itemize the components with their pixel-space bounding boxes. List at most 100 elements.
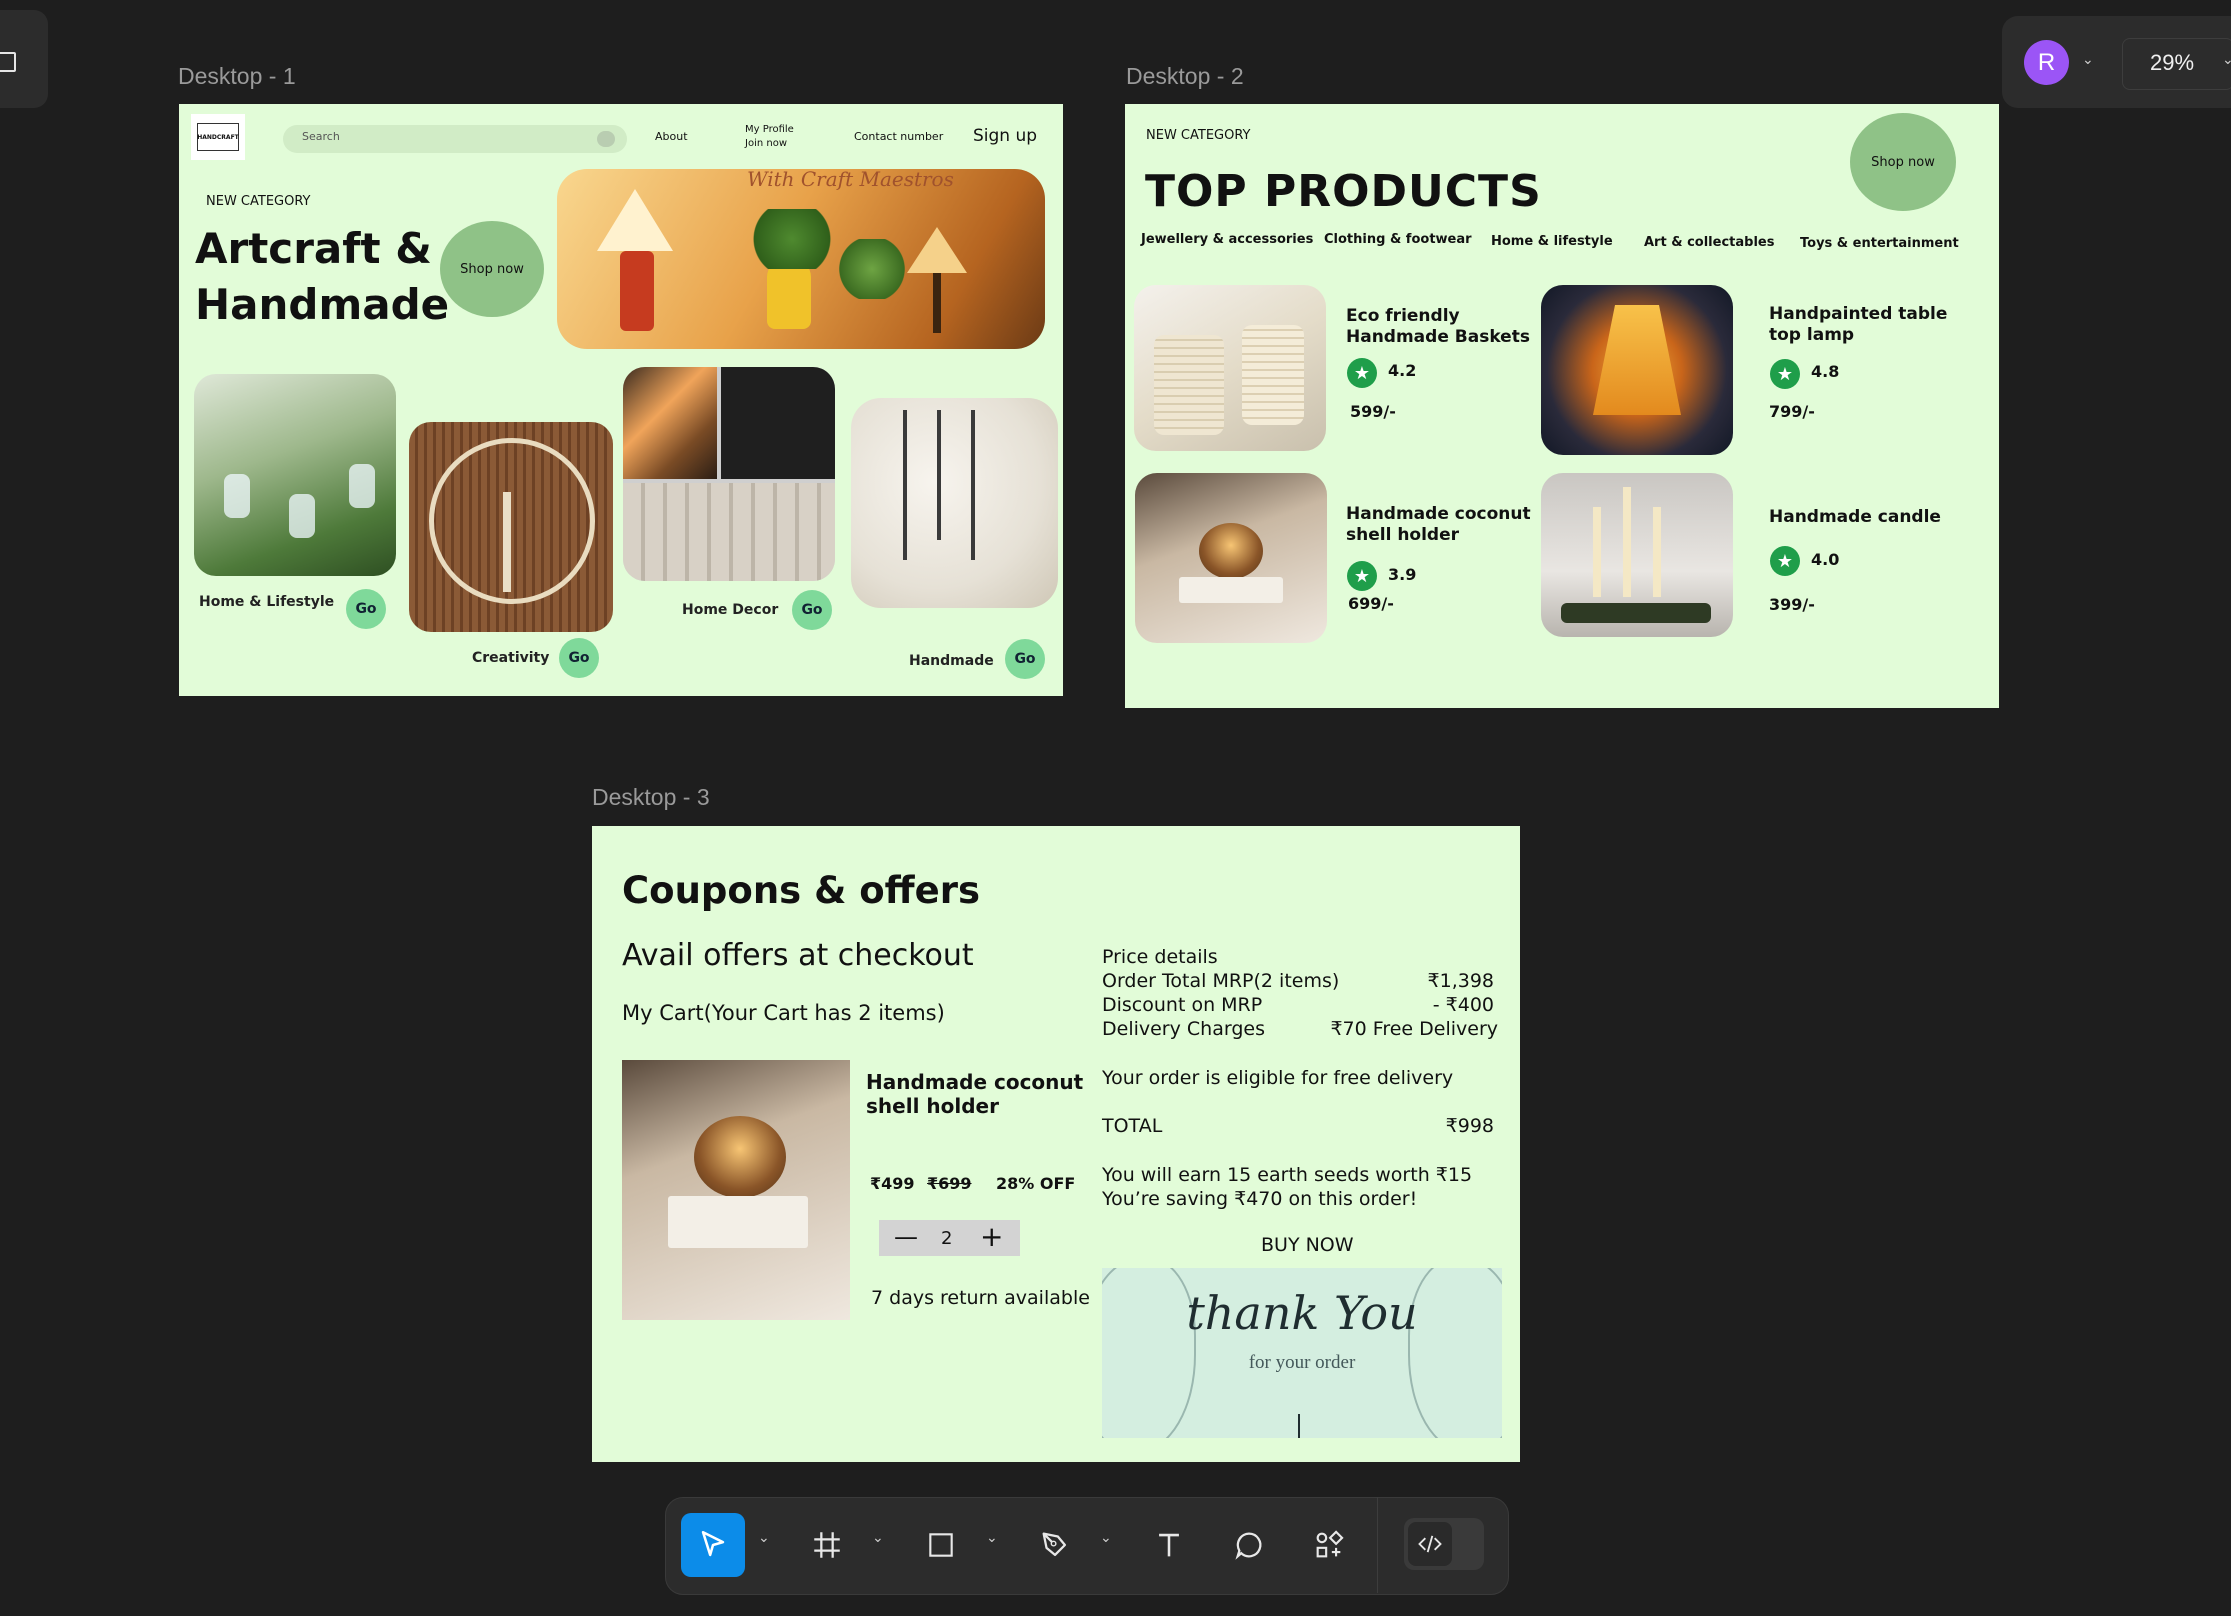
desktop-3-frame[interactable]: Coupons & offers Avail offers at checkou… [592, 826, 1520, 1462]
frame-tool-button[interactable] [800, 1520, 854, 1570]
total-label: TOTAL [1102, 1115, 1163, 1137]
shapes-plus-icon [1316, 1530, 1344, 1558]
eyebrow-new-category: NEW CATEGORY [1146, 128, 1251, 143]
product-price-lamp: 799/- [1769, 402, 1815, 421]
search-toggle-icon[interactable] [597, 131, 615, 147]
nav-my-profile[interactable]: My Profile [745, 124, 794, 135]
product-price-candle: 399/- [1769, 595, 1815, 614]
move-tool-button[interactable] [681, 1513, 745, 1577]
go-button-home-decor[interactable]: Go [792, 590, 832, 630]
product-rating-lamp: 4.8 [1811, 362, 1840, 381]
price-was: ₹699 [927, 1174, 972, 1193]
product-name-candle: Handmade candle [1769, 507, 1941, 527]
nav-join-now[interactable]: Join now [745, 138, 787, 149]
category-toys[interactable]: Toys & entertainment [1800, 236, 1959, 251]
discount-badge: 28% OFF [996, 1174, 1076, 1193]
product-image-candle[interactable] [1541, 473, 1733, 637]
cursor-arrow-icon [701, 1530, 725, 1557]
go-button-home-lifestyle[interactable]: Go [346, 589, 386, 629]
shape-tool-chevron-down-icon[interactable]: ⌄ [986, 1530, 998, 1546]
minus-icon[interactable]: — [894, 1223, 918, 1251]
price-row-label-mrp: Order Total MRP(2 items) [1102, 970, 1340, 992]
nav-contact-number[interactable]: Contact number [854, 130, 943, 143]
shape-tool-button[interactable] [914, 1520, 968, 1570]
dev-mode-toggle[interactable] [1404, 1518, 1484, 1570]
buy-now-button[interactable]: BUY NOW [1261, 1234, 1354, 1256]
lamp-shade-left [597, 189, 673, 251]
basket-right [1242, 325, 1304, 425]
pen-tool-button[interactable] [1028, 1520, 1082, 1570]
product-price-baskets: 599/- [1350, 402, 1396, 421]
product-name-baskets-line2: Handmade Baskets [1346, 327, 1530, 347]
move-tool-chevron-down-icon[interactable]: ⌄ [758, 1530, 770, 1546]
product-rating-coconut: 3.9 [1388, 565, 1417, 584]
resources-tool-button[interactable] [1302, 1520, 1356, 1570]
candle-2 [1623, 487, 1631, 597]
comment-tool-button[interactable] [1222, 1520, 1276, 1570]
decor-tile-wall-panel [623, 483, 835, 581]
logo-badge-icon: HANDCRAFT [197, 123, 239, 151]
return-note: 7 days return available [871, 1287, 1090, 1309]
product-price-coconut: 699/- [1348, 594, 1394, 613]
frame-label-desktop-1[interactable]: Desktop - 1 [178, 63, 296, 90]
nav-about[interactable]: About [655, 130, 688, 143]
lamp-stand-right [933, 273, 941, 333]
frame-icon[interactable] [0, 52, 16, 72]
product-rating-baskets: 4.2 [1388, 361, 1417, 380]
card-image-handmade[interactable] [851, 398, 1058, 608]
lamp-shade-right [907, 227, 967, 273]
books-stack [1179, 577, 1283, 603]
product-image-coconut-holder[interactable] [1135, 473, 1327, 643]
pen-icon [1042, 1532, 1067, 1557]
desktop-2-frame[interactable]: NEW CATEGORY TOP PRODUCTS Shop now Jewel… [1125, 104, 1999, 708]
hanging-moons-2 [937, 410, 941, 540]
sign-up-link[interactable]: Sign up [973, 126, 1037, 146]
card-image-creativity[interactable] [409, 422, 613, 632]
product-image-baskets[interactable] [1134, 285, 1326, 451]
basket-left [1154, 335, 1224, 435]
user-avatar[interactable]: R [2024, 40, 2069, 85]
candle-base [1561, 603, 1711, 623]
desktop-1-frame[interactable]: HANDCRAFT Search About My Profile Join n… [179, 104, 1063, 696]
star-rating-icon: ★ [1770, 546, 1800, 576]
coconut-holder [1199, 523, 1263, 579]
dreamcatcher-tree [503, 492, 511, 592]
price-row-value-discount: - ₹400 [1432, 994, 1494, 1016]
star-rating-icon: ★ [1347, 358, 1377, 388]
card-image-home-decor-collage[interactable] [623, 367, 835, 581]
card-image-home-lifestyle[interactable] [194, 374, 396, 576]
logo: HANDCRAFT [191, 114, 245, 160]
decor-tile-leaf-art [721, 367, 835, 479]
comment-bubble-icon [1235, 1532, 1262, 1560]
eyebrow-new-category: NEW CATEGORY [206, 194, 311, 209]
category-jewellery[interactable]: Jewellery & accessories [1141, 232, 1313, 247]
thank-you-card: thank You for your order [1102, 1268, 1502, 1438]
text-tool-button[interactable] [1142, 1520, 1196, 1570]
search-placeholder: Search [302, 130, 340, 143]
plus-icon[interactable]: + [980, 1220, 1003, 1253]
candle-1 [1593, 507, 1601, 597]
go-button-creativity[interactable]: Go [559, 638, 599, 678]
shop-now-button[interactable]: Shop now [440, 221, 544, 317]
zoom-chevron-down-icon[interactable]: ⌄ [2222, 52, 2231, 68]
frame-tool-chevron-down-icon[interactable]: ⌄ [872, 1530, 884, 1546]
product-image-lamp[interactable] [1541, 285, 1733, 455]
thank-you-title: thank You [1186, 1286, 1418, 1340]
frame-label-desktop-2[interactable]: Desktop - 2 [1126, 63, 1244, 90]
lamp-shade [1593, 305, 1681, 415]
avatar-chevron-down-icon[interactable]: ⌄ [2082, 52, 2094, 68]
category-home[interactable]: Home & lifestyle [1491, 234, 1613, 249]
go-button-handmade[interactable]: Go [1005, 639, 1045, 679]
price-row-label-discount: Discount on MRP [1102, 994, 1263, 1016]
frame-label-desktop-3[interactable]: Desktop - 3 [592, 784, 710, 811]
product-name-lamp-line1: Handpainted table [1769, 304, 1948, 324]
books-stack [668, 1196, 808, 1248]
shop-now-button[interactable]: Shop now [1850, 113, 1956, 211]
total-value: ₹998 [1445, 1115, 1494, 1137]
category-art[interactable]: Art & collectables [1644, 235, 1774, 250]
coconut-holder [694, 1116, 786, 1198]
pen-tool-chevron-down-icon[interactable]: ⌄ [1100, 1530, 1112, 1546]
page-title-coupons: Coupons & offers [622, 869, 980, 912]
cart-item-image-coconut-holder [622, 1060, 850, 1320]
category-clothing[interactable]: Clothing & footwear [1324, 232, 1472, 247]
